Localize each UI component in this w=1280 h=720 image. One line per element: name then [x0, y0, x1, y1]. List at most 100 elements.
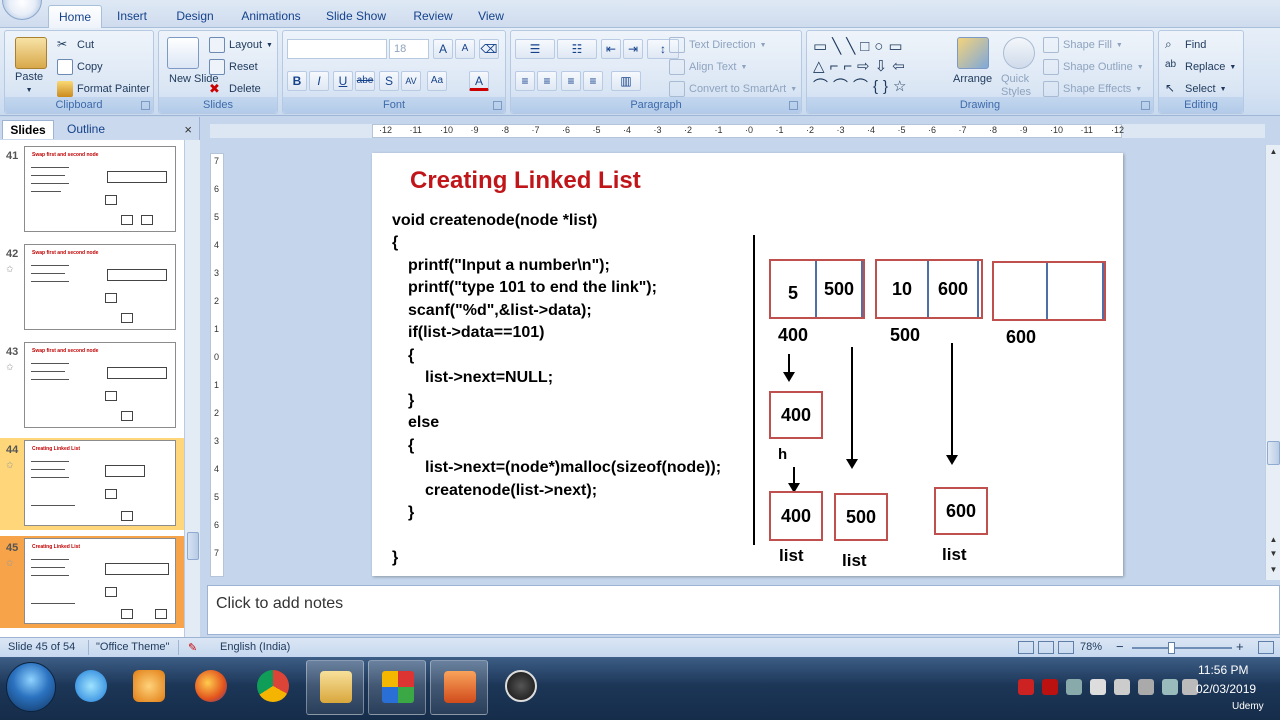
tab-view[interactable]: View	[472, 5, 510, 28]
slide-title[interactable]: Creating Linked List	[410, 167, 641, 195]
scroll-up-arrow-icon[interactable]: ▲	[1267, 535, 1280, 548]
paste-button[interactable]: Paste ▼	[15, 71, 43, 97]
bold-button[interactable]: B	[287, 71, 307, 91]
delete-slide-button[interactable]: ✖ Delete	[209, 81, 261, 97]
slide-thumbnail-42[interactable]: 42 ✩ Swap first and second node	[0, 242, 184, 334]
shrink-font-button[interactable]: A	[455, 39, 475, 59]
slide-thumbnail-43[interactable]: 43 ✩ Swap first and second node	[0, 340, 184, 432]
explorer-taskbar-icon[interactable]	[306, 660, 364, 715]
char-spacing-button[interactable]: AV	[401, 71, 421, 91]
zoom-slider[interactable]	[1132, 647, 1232, 649]
scrollbar-thumb[interactable]	[187, 532, 199, 560]
fit-to-window-icon[interactable]	[1258, 641, 1274, 654]
clock-date[interactable]: 02/03/2019	[1196, 682, 1256, 696]
firefox-taskbar-icon[interactable]	[182, 660, 240, 715]
tray-app-icon[interactable]	[1042, 679, 1058, 695]
text-direction-button[interactable]: Text Direction ▼	[669, 37, 767, 53]
chrome-taskbar-icon[interactable]	[244, 660, 302, 715]
paragraph-launcher-icon[interactable]	[789, 101, 798, 110]
columns-icon[interactable]: ▥	[611, 71, 641, 91]
arrange-button[interactable]: Arrange	[953, 73, 992, 85]
shape-effects-button[interactable]: Shape Effects ▼	[1043, 81, 1142, 97]
vertical-ruler[interactable]: 7 6 5 4 3 2 1 0 1 2 3 4 5 6 7	[210, 153, 224, 577]
select-button[interactable]: ↖ Select ▼	[1165, 81, 1227, 97]
tab-slides[interactable]: Slides	[2, 120, 54, 139]
layout-button[interactable]: Layout ▼	[209, 37, 273, 53]
align-center-icon[interactable]: ≡	[537, 71, 557, 91]
spellcheck-icon[interactable]: ✎	[188, 641, 197, 654]
grow-font-button[interactable]: A	[433, 39, 453, 59]
ie-taskbar-icon[interactable]	[62, 660, 120, 715]
font-size-combo[interactable]: 18	[389, 39, 429, 59]
media-player-taskbar-icon[interactable]	[120, 660, 178, 715]
shape-fill-button[interactable]: Shape Fill ▼	[1043, 37, 1123, 53]
zoom-out-button[interactable]: −	[1116, 639, 1124, 654]
tab-home[interactable]: Home	[48, 5, 102, 29]
notes-pane[interactable]: Click to add notes	[207, 585, 1280, 635]
office-taskbar-icon[interactable]	[368, 660, 426, 715]
format-painter-button[interactable]: Format Painter	[57, 81, 150, 97]
tab-outline[interactable]: Outline	[58, 120, 114, 139]
tab-animations[interactable]: Animations	[236, 5, 306, 28]
tray-app-icon[interactable]	[1066, 679, 1082, 695]
shadow-button[interactable]: S	[379, 71, 399, 91]
increase-indent-icon[interactable]: ⇥	[623, 39, 643, 59]
tray-app-icon[interactable]	[1090, 679, 1106, 695]
tab-review[interactable]: Review	[408, 5, 458, 28]
scroll-up-arrow-icon[interactable]: ▲	[1267, 147, 1280, 160]
thumbnail-scrollbar[interactable]	[184, 140, 200, 637]
scroll-down-arrow-icon[interactable]: ▼	[1267, 549, 1280, 562]
start-button-icon[interactable]	[6, 662, 56, 712]
align-left-icon[interactable]: ≡	[515, 71, 535, 91]
slide-sorter-icon[interactable]	[1038, 641, 1054, 654]
powerpoint-taskbar-icon[interactable]	[430, 660, 488, 715]
shape-outline-button[interactable]: Shape Outline ▼	[1043, 59, 1144, 75]
slide[interactable]: Creating Linked List void createnode(nod…	[372, 153, 1123, 576]
tab-slide-show[interactable]: Slide Show	[320, 5, 392, 28]
slide-thumbnail-41[interactable]: 41 Swap first and second node	[0, 144, 184, 236]
shapes-gallery[interactable]: ▭╲╲□○▭ △⌐⌐⇨⇩⇦ ⌒⌒⌒{}☆	[813, 37, 941, 95]
reset-button[interactable]: Reset	[209, 59, 258, 75]
decrease-indent-icon[interactable]: ⇤	[601, 39, 621, 59]
quick-styles-button[interactable]: Quick Styles	[1001, 73, 1035, 99]
vertical-scrollbar[interactable]: ▲ ▲ ▼ ▼	[1265, 145, 1280, 580]
copy-button[interactable]: Copy	[57, 59, 103, 75]
numbering-icon[interactable]: ☷	[557, 39, 597, 59]
find-button[interactable]: ⌕ Find	[1165, 37, 1206, 53]
tab-insert[interactable]: Insert	[110, 5, 154, 28]
network-icon[interactable]	[1162, 679, 1178, 695]
font-launcher-icon[interactable]	[493, 101, 502, 110]
strikethrough-button[interactable]: abe	[355, 71, 375, 91]
zoom-in-button[interactable]: +	[1236, 639, 1244, 654]
drawing-launcher-icon[interactable]	[1141, 101, 1150, 110]
change-case-button[interactable]: Aa	[427, 71, 447, 91]
convert-smartart-button[interactable]: Convert to SmartArt ▼	[669, 81, 797, 97]
language-indicator[interactable]: English (India)	[220, 641, 290, 653]
normal-view-icon[interactable]	[1018, 641, 1034, 654]
align-text-button[interactable]: Align Text ▼	[669, 59, 747, 75]
tray-app-icon[interactable]	[1138, 679, 1154, 695]
close-icon[interactable]: ×	[184, 122, 192, 137]
obs-taskbar-icon[interactable]	[492, 660, 550, 715]
replace-button[interactable]: ab Replace ▼	[1165, 59, 1236, 75]
underline-button[interactable]: U	[333, 71, 353, 91]
font-name-combo[interactable]	[287, 39, 387, 59]
notes-placeholder[interactable]: Click to add notes	[216, 595, 343, 613]
slide-thumbnail-45[interactable]: 45 ✩ Creating Linked List	[0, 536, 184, 628]
align-right-icon[interactable]: ≡	[561, 71, 581, 91]
italic-button[interactable]: I	[309, 71, 329, 91]
tray-app-icon[interactable]	[1114, 679, 1130, 695]
zoom-level[interactable]: 78%	[1080, 641, 1102, 653]
slideshow-view-icon[interactable]	[1058, 641, 1074, 654]
horizontal-ruler[interactable]: ·12 ·11 ·10 ·9 ·8 ·7 ·6 ·5 ·4 ·3 ·2 ·1 ·0 ·1 ·2 ·3 ·4 ·5 ·…	[372, 124, 1124, 138]
clipboard-launcher-icon[interactable]	[141, 101, 150, 110]
tray-app-icon[interactable]	[1018, 679, 1034, 695]
next-slide-icon[interactable]: ▼	[1267, 565, 1280, 578]
cut-button[interactable]: ✂ Cut	[57, 37, 94, 53]
clock-time[interactable]: 11:56 PM	[1198, 663, 1248, 677]
justify-icon[interactable]: ≡	[583, 71, 603, 91]
clear-formatting-button[interactable]: ⌫	[479, 39, 499, 59]
scrollbar-thumb[interactable]	[1267, 441, 1280, 465]
tab-design[interactable]: Design	[170, 5, 220, 28]
slide-thumbnail-44[interactable]: 44 ✩ Creating Linked List	[0, 438, 184, 530]
